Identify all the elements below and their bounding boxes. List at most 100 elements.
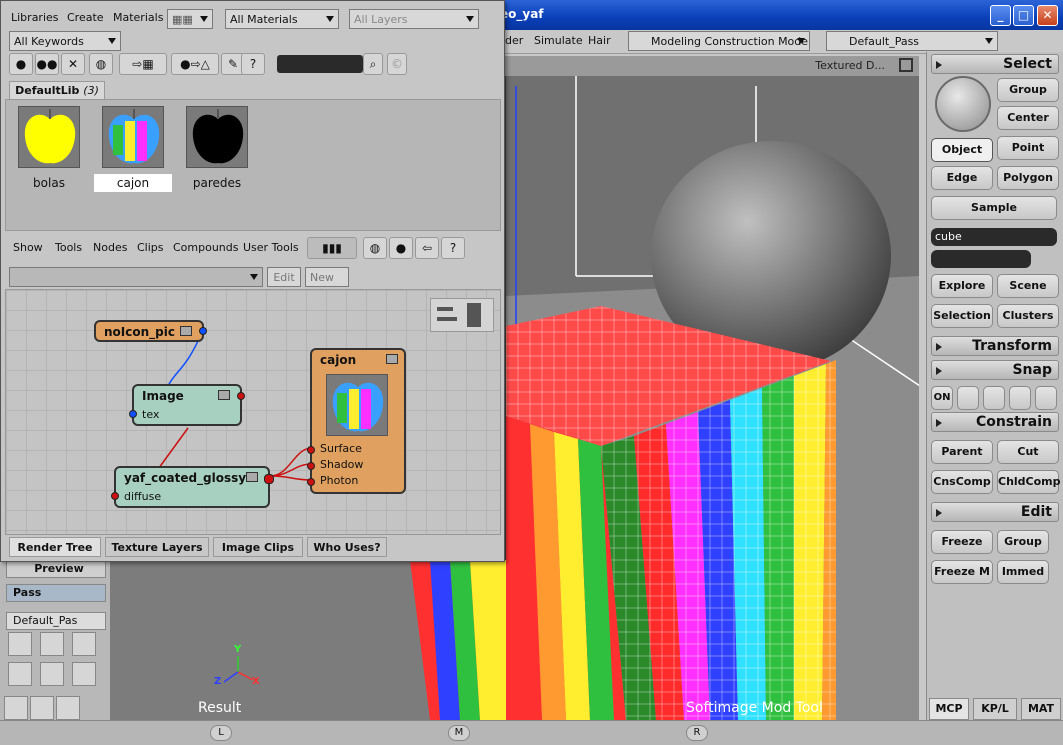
input-port-diffuse[interactable] [111,492,119,500]
tab-image-clips[interactable]: Image Clips [213,537,303,557]
explorer-icon[interactable] [4,696,28,720]
snap-section-header[interactable]: Snap [931,360,1059,380]
scene-button[interactable]: Scene [997,274,1059,298]
output-port[interactable] [199,327,207,335]
pass-combo[interactable]: Default_Pass [826,31,998,51]
assign-material-icon[interactable]: ●⇨△ [171,53,219,75]
parent-button[interactable]: Parent [931,440,993,464]
brush-icon[interactable] [30,696,54,720]
edit-group-button[interactable]: Group [997,530,1049,554]
sample-button[interactable]: Sample [931,196,1057,220]
close-button[interactable]: ✕ [1037,5,1058,26]
snap-curve-icon[interactable] [983,386,1005,410]
viewport-3d[interactable] [505,56,919,720]
node-path-combo[interactable] [9,267,263,287]
apple-icon[interactable]: ● [389,237,413,259]
node-toggle-icon[interactable] [246,472,258,482]
layout-icon[interactable] [40,632,64,656]
tab-defaultlib[interactable]: DefaultLib (3) [9,81,105,99]
layout-icon[interactable] [72,632,96,656]
menu-render[interactable]: der [505,34,523,47]
layout-icon[interactable] [40,662,64,686]
menu-tools[interactable]: Tools [55,241,82,254]
preview-button[interactable]: Preview [6,560,106,578]
tab-mat[interactable]: MAT [1021,698,1061,720]
constrain-section-header[interactable]: Constrain [931,412,1059,432]
menu-libraries[interactable]: Libraries [11,11,59,24]
tab-render-tree[interactable]: Render Tree [9,537,101,557]
render-tree-graph[interactable]: noIcon_pic Image tex yaf_coated_glossy d… [5,289,501,535]
sphere-preview-icon[interactable]: ● [9,53,33,75]
polygon-button[interactable]: Polygon [997,166,1059,190]
view-mode-label[interactable]: Textured D... [815,59,885,72]
tab-kpl[interactable]: KP/L [973,698,1017,720]
chldcomp-button[interactable]: ChldComp [997,470,1061,494]
cut-button[interactable]: Cut [997,440,1059,464]
input-port-photon[interactable] [307,478,315,486]
snap-grid-icon[interactable] [1035,386,1057,410]
snap-point-icon[interactable] [957,386,979,410]
pass-field[interactable]: Default_Pas [6,612,106,630]
layout-columns-icon[interactable]: ▮▮▮ [307,237,357,259]
immed-button[interactable]: Immed [997,560,1049,584]
back-arrow-icon[interactable]: ⇦ [415,237,439,259]
layout-icon[interactable] [8,662,32,686]
edge-button[interactable]: Edge [931,166,993,190]
center-button[interactable]: Center [997,106,1059,130]
globe-icon[interactable]: ◍ [89,53,113,75]
search-input[interactable] [277,55,363,73]
help-icon[interactable]: ? [441,237,465,259]
node-toggle-icon[interactable] [218,390,230,400]
menu-user-tools[interactable]: User Tools [243,241,299,254]
viewport-lower[interactable]: Y Z X Result [110,560,506,720]
menu-simulate[interactable]: Simulate [534,34,583,47]
node-image[interactable]: Image tex [129,384,245,426]
material-label-bolas[interactable]: bolas [10,174,88,192]
node-toggle-icon[interactable] [386,354,398,364]
maximize-button[interactable]: □ [1013,5,1034,26]
select-tool-icon[interactable] [935,76,991,132]
point-button[interactable]: Point [997,136,1059,160]
multi-sphere-icon[interactable]: ●● [35,53,59,75]
maximize-view-icon[interactable] [899,58,913,72]
material-thumb-cajon[interactable] [102,106,164,168]
view-mode-combo[interactable]: ▦▦ [167,9,213,29]
menu-materials[interactable]: Materials [113,11,163,24]
clear-search-icon[interactable]: © [387,53,407,75]
menu-compounds[interactable]: Compounds [173,241,239,254]
edit-button[interactable]: Edit [267,267,301,287]
menu-show[interactable]: Show [13,241,43,254]
tab-mcp[interactable]: MCP [929,698,969,720]
materials-filter-combo[interactable]: All Materials [225,9,339,29]
material-label-paredes[interactable]: paredes [178,174,256,192]
palette-icon[interactable] [56,696,80,720]
node-noicon-pic[interactable]: noIcon_pic [94,320,207,342]
search-icon[interactable]: ⌕ [363,53,383,75]
freeze-m-button[interactable]: Freeze M [931,560,993,584]
selection-name-field[interactable]: cube [931,228,1057,246]
menu-create[interactable]: Create [67,11,104,24]
apply-material-icon[interactable]: ⇨▦ [119,53,167,75]
edit-section-header[interactable]: Edit [931,502,1059,522]
node-toggle-icon[interactable] [180,326,192,336]
input-port-tex[interactable] [129,410,137,418]
material-label-cajon[interactable]: cajon [94,174,172,192]
transform-section-header[interactable]: Transform [931,336,1059,356]
minimize-button[interactable]: _ [990,5,1011,26]
material-thumb-bolas[interactable] [18,106,80,168]
selection-button[interactable]: Selection [931,304,993,328]
node-yaf-coated-glossy[interactable]: yaf_coated_glossy diffuse [111,466,274,508]
keywords-filter-combo[interactable]: All Keywords [9,31,121,51]
tab-who-uses[interactable]: Who Uses? [307,537,387,557]
delete-icon[interactable]: ✕ [61,53,85,75]
menu-clips[interactable]: Clips [137,241,164,254]
select-section-header[interactable]: Select [931,54,1059,74]
layout-icon[interactable] [72,662,96,686]
output-port[interactable] [237,392,245,400]
node-cajon-material[interactable]: cajon Surface Shadow Photon [307,348,406,494]
input-port-shadow[interactable] [307,462,315,470]
material-thumb-paredes[interactable] [186,106,248,168]
layout-icon[interactable] [8,632,32,656]
snap-on-toggle[interactable]: ON [931,386,953,410]
object-button[interactable]: Object [931,138,993,162]
